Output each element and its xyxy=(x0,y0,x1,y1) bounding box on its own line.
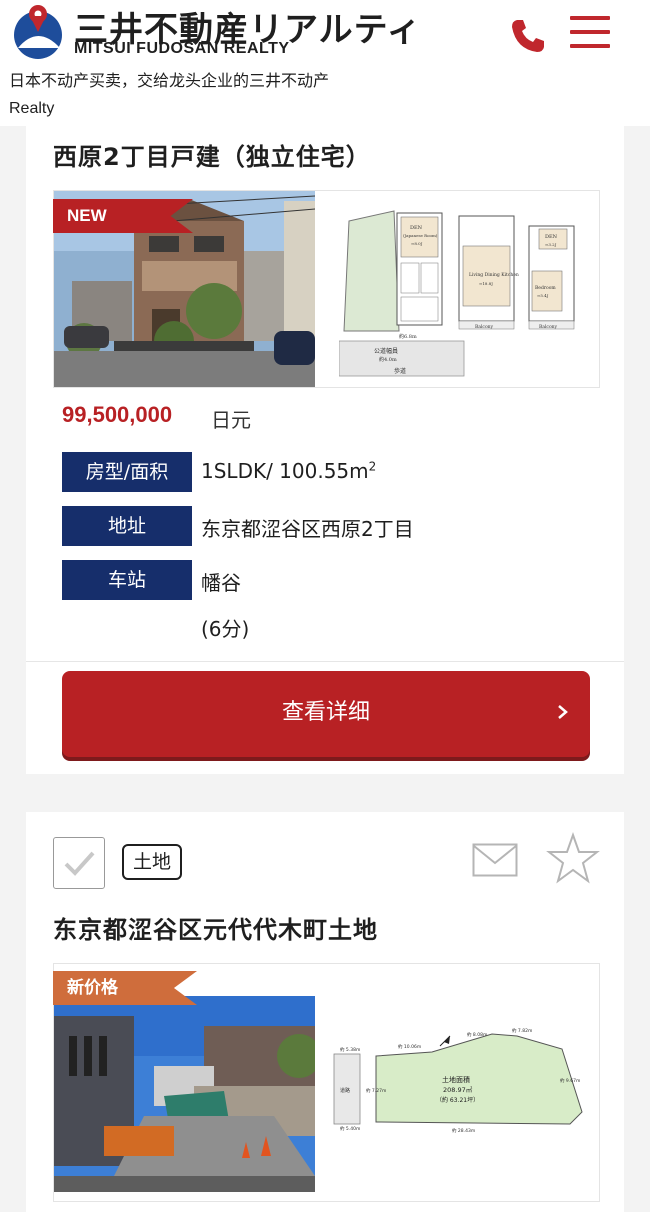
floorplan-balcony1: Balcony xyxy=(475,324,494,330)
view-details-button[interactable]: 查看详细 xyxy=(62,671,590,757)
plot-dim-1: 約 5.38m xyxy=(340,1046,360,1053)
chevron-right-icon xyxy=(558,705,568,719)
floorplan-den1-size: ≈8.0J xyxy=(411,241,423,246)
spec-value-address: 东京都涩谷区西原2丁目 xyxy=(201,517,414,541)
spec-value-station: 幡谷 xyxy=(201,571,241,595)
north-arrow-icon xyxy=(439,1035,451,1047)
mitsui-logo-icon[interactable] xyxy=(8,2,68,62)
property-type-tag: 土地 xyxy=(122,844,182,880)
floorplan-den2: DEN xyxy=(545,234,558,240)
floorplan-den1: DEN xyxy=(410,225,423,231)
spec-value-layout: 1SLDK/ 100.55m2 xyxy=(201,459,376,483)
tagline-line-2: Realty xyxy=(9,100,55,117)
price-unit: 日元 xyxy=(211,408,251,432)
plot-dim-8: 約 28.43m xyxy=(452,1127,475,1134)
listing-price: 99,500,000 xyxy=(62,402,173,427)
spec-value-layout-text: 1SLDK/ 100.55m xyxy=(201,459,369,483)
floor-plan-image: 公道幅員 約4.0m 歩道 約6.8m DEN (Japanese Room) … xyxy=(339,210,575,377)
spec-label-layout: 房型/面积 xyxy=(62,452,192,492)
floorplan-ldk-size: ≈18.8J xyxy=(479,281,493,286)
sidewalk-label: 歩道 xyxy=(394,367,406,375)
floorplan-den2-size: ≈3.2J xyxy=(545,242,557,247)
phone-icon[interactable] xyxy=(508,16,548,56)
plot-area-tsubo: （約 63.21坪） xyxy=(436,1096,479,1104)
spec-label-station: 车站 xyxy=(62,560,192,600)
hamburger-menu-icon[interactable] xyxy=(570,14,610,50)
plot-dim-4: 約 7.27m xyxy=(366,1087,386,1094)
plot-area-m2: 208.97㎡ xyxy=(443,1085,473,1094)
frontage-label: 約6.8m xyxy=(399,333,417,340)
floorplan-ldk: Living Dining Kitchen xyxy=(469,272,519,278)
site-header: 三井不動産リアルティ MITSUI FUDOSAN REALTY 日本不动产买卖… xyxy=(0,0,650,126)
card-divider xyxy=(26,661,624,662)
land-photo xyxy=(54,996,315,1192)
plot-dim-2: 約 5.40m xyxy=(340,1125,360,1132)
listing-title[interactable]: 东京都涩谷区元代代木町土地 xyxy=(53,910,378,945)
menu-bar xyxy=(570,16,610,20)
land-plot-map: 道路 土地面積 208.97㎡ （約 63.21坪） 約 5.38m 約 5.4… xyxy=(333,1027,583,1134)
floorplan-bedroom: Bedroom xyxy=(535,285,556,291)
tagline-line-1: 日本不动产买卖，交给龙头企业的三井不动产 xyxy=(9,71,330,90)
plot-dim-3: 約 10.06m xyxy=(398,1043,421,1050)
select-checkbox[interactable] xyxy=(53,837,105,889)
plot-area-title: 土地面積 xyxy=(442,1075,470,1084)
plot-dim-7: 約 9.67m xyxy=(560,1077,580,1084)
floorplan-bedroom-size: ≈5.4J xyxy=(537,293,549,298)
floorplan-den1-sub: (Japanese Room) xyxy=(403,233,438,238)
plot-road-label: 道路 xyxy=(340,1087,350,1094)
plot-dim-6: 約 7.82m xyxy=(512,1027,532,1034)
logo-english-text[interactable]: MITSUI FUDOSAN REALTY xyxy=(74,40,290,58)
star-icon[interactable] xyxy=(546,832,600,886)
road-width-label: 公道幅員 xyxy=(374,347,398,355)
check-icon xyxy=(64,851,95,876)
spec-value-walk-time: (6分) xyxy=(201,617,250,641)
road-width-value: 約4.0m xyxy=(379,356,397,363)
menu-bar xyxy=(570,44,610,48)
plot-dim-5: 約 8.08m xyxy=(467,1031,487,1038)
spec-label-address: 地址 xyxy=(62,506,192,546)
spec-value-layout-sup: 2 xyxy=(368,459,377,474)
menu-bar xyxy=(570,30,610,34)
mail-icon[interactable] xyxy=(472,843,518,877)
listing-title[interactable]: 西原2丁目戸建（独立住宅） xyxy=(53,137,371,172)
floorplan-balcony2: Balcony xyxy=(539,324,558,330)
